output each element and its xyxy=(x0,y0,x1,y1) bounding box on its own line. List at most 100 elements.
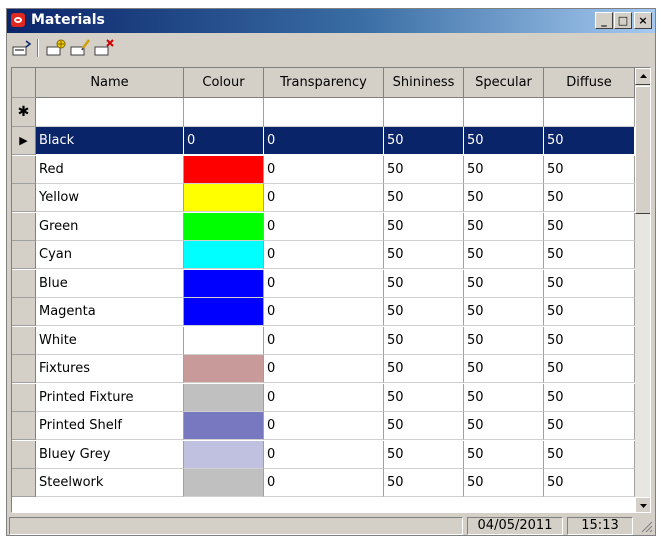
toggle-view-icon[interactable] xyxy=(11,38,33,58)
resize-grip-icon[interactable] xyxy=(639,519,653,533)
colour-swatch[interactable] xyxy=(184,298,264,326)
scrollbar-thumb[interactable] xyxy=(635,86,650,214)
colour-swatch[interactable] xyxy=(184,326,264,355)
transparency-cell[interactable]: 0 xyxy=(264,127,384,155)
transparency-cell[interactable]: 0 xyxy=(264,440,384,469)
diffuse-cell[interactable]: 50 xyxy=(544,440,635,469)
specular-cell[interactable]: 50 xyxy=(464,184,544,212)
row-header[interactable] xyxy=(12,440,36,469)
row-header[interactable] xyxy=(12,212,36,241)
colour-swatch[interactable] xyxy=(184,383,264,412)
row-header[interactable] xyxy=(12,241,36,269)
transparency-cell[interactable]: 0 xyxy=(264,298,384,326)
shininess-cell[interactable]: 50 xyxy=(384,412,464,440)
row-header[interactable]: ▶ xyxy=(12,127,36,155)
column-header-transparency[interactable]: Transparency xyxy=(264,68,384,98)
transparency-cell[interactable]: 0 xyxy=(264,326,384,355)
diffuse-cell[interactable]: 50 xyxy=(544,184,635,212)
row-header[interactable] xyxy=(12,155,36,184)
transparency-cell[interactable]: 0 xyxy=(264,184,384,212)
new-row-icon[interactable]: ✱ xyxy=(12,98,36,127)
colour-swatch[interactable] xyxy=(184,412,264,440)
title-bar[interactable]: Materials _ □ × xyxy=(7,9,655,33)
colour-swatch[interactable]: 0 xyxy=(184,127,264,155)
close-button[interactable]: × xyxy=(634,12,652,29)
column-header-shininess[interactable]: Shininess xyxy=(384,68,464,98)
scroll-down-button[interactable] xyxy=(635,497,650,512)
specular-cell[interactable]: 50 xyxy=(464,383,544,412)
specular-cell[interactable]: 50 xyxy=(464,326,544,355)
specular-cell[interactable]: 50 xyxy=(464,212,544,241)
colour-swatch[interactable] xyxy=(184,212,264,241)
name-cell[interactable]: Steelwork xyxy=(36,469,184,497)
diffuse-cell[interactable]: 50 xyxy=(544,155,635,184)
specular-cell[interactable]: 50 xyxy=(464,298,544,326)
diffuse-cell[interactable]: 50 xyxy=(544,355,635,383)
shininess-cell[interactable]: 50 xyxy=(384,298,464,326)
delete-material-icon[interactable] xyxy=(93,38,115,58)
name-cell[interactable]: Yellow xyxy=(36,184,184,212)
new-row-name-cell[interactable] xyxy=(36,98,184,127)
name-cell[interactable]: Fixtures xyxy=(36,355,184,383)
materials-grid[interactable]: Name Colour Transparency Shininess Specu… xyxy=(11,67,651,513)
row-header[interactable] xyxy=(12,469,36,497)
edit-material-icon[interactable] xyxy=(69,38,91,58)
specular-cell[interactable]: 50 xyxy=(464,355,544,383)
name-cell[interactable]: Red xyxy=(36,155,184,184)
column-header-diffuse[interactable]: Diffuse xyxy=(544,68,635,98)
column-header-specular[interactable]: Specular xyxy=(464,68,544,98)
diffuse-cell[interactable]: 50 xyxy=(544,127,635,155)
transparency-cell[interactable]: 0 xyxy=(264,212,384,241)
shininess-cell[interactable]: 50 xyxy=(384,184,464,212)
colour-swatch[interactable] xyxy=(184,241,264,269)
new-row-transparency-cell[interactable] xyxy=(264,98,384,127)
diffuse-cell[interactable]: 50 xyxy=(544,469,635,497)
diffuse-cell[interactable]: 50 xyxy=(544,326,635,355)
shininess-cell[interactable]: 50 xyxy=(384,241,464,269)
diffuse-cell[interactable]: 50 xyxy=(544,383,635,412)
specular-cell[interactable]: 50 xyxy=(464,269,544,298)
specular-cell[interactable]: 50 xyxy=(464,469,544,497)
specular-cell[interactable]: 50 xyxy=(464,412,544,440)
shininess-cell[interactable]: 50 xyxy=(384,127,464,155)
column-header-colour[interactable]: Colour xyxy=(184,68,264,98)
transparency-cell[interactable]: 0 xyxy=(264,412,384,440)
shininess-cell[interactable]: 50 xyxy=(384,155,464,184)
new-row-diffuse-cell[interactable] xyxy=(544,98,635,127)
colour-swatch[interactable] xyxy=(184,155,264,184)
new-row-shininess-cell[interactable] xyxy=(384,98,464,127)
diffuse-cell[interactable]: 50 xyxy=(544,269,635,298)
row-header[interactable] xyxy=(12,355,36,383)
maximize-button[interactable]: □ xyxy=(614,12,632,29)
transparency-cell[interactable]: 0 xyxy=(264,355,384,383)
shininess-cell[interactable]: 50 xyxy=(384,212,464,241)
transparency-cell[interactable]: 0 xyxy=(264,241,384,269)
shininess-cell[interactable]: 50 xyxy=(384,269,464,298)
new-row-specular-cell[interactable] xyxy=(464,98,544,127)
specular-cell[interactable]: 50 xyxy=(464,155,544,184)
name-cell[interactable]: Black xyxy=(36,127,184,155)
colour-swatch[interactable] xyxy=(184,355,264,383)
row-header[interactable] xyxy=(12,184,36,212)
row-header[interactable] xyxy=(12,298,36,326)
diffuse-cell[interactable]: 50 xyxy=(544,298,635,326)
shininess-cell[interactable]: 50 xyxy=(384,440,464,469)
new-row-colour-cell[interactable] xyxy=(184,98,264,127)
scroll-up-button[interactable] xyxy=(635,68,650,85)
colour-swatch[interactable] xyxy=(184,440,264,469)
add-material-icon[interactable] xyxy=(45,38,67,58)
row-header[interactable] xyxy=(12,269,36,298)
specular-cell[interactable]: 50 xyxy=(464,127,544,155)
name-cell[interactable]: Printed Shelf xyxy=(36,412,184,440)
diffuse-cell[interactable]: 50 xyxy=(544,241,635,269)
name-cell[interactable]: Printed Fixture xyxy=(36,383,184,412)
colour-swatch[interactable] xyxy=(184,469,264,497)
transparency-cell[interactable]: 0 xyxy=(264,155,384,184)
name-cell[interactable]: Blue xyxy=(36,269,184,298)
shininess-cell[interactable]: 50 xyxy=(384,383,464,412)
colour-swatch[interactable] xyxy=(184,269,264,298)
diffuse-cell[interactable]: 50 xyxy=(544,412,635,440)
row-header[interactable] xyxy=(12,383,36,412)
row-header[interactable] xyxy=(12,326,36,355)
transparency-cell[interactable]: 0 xyxy=(264,469,384,497)
